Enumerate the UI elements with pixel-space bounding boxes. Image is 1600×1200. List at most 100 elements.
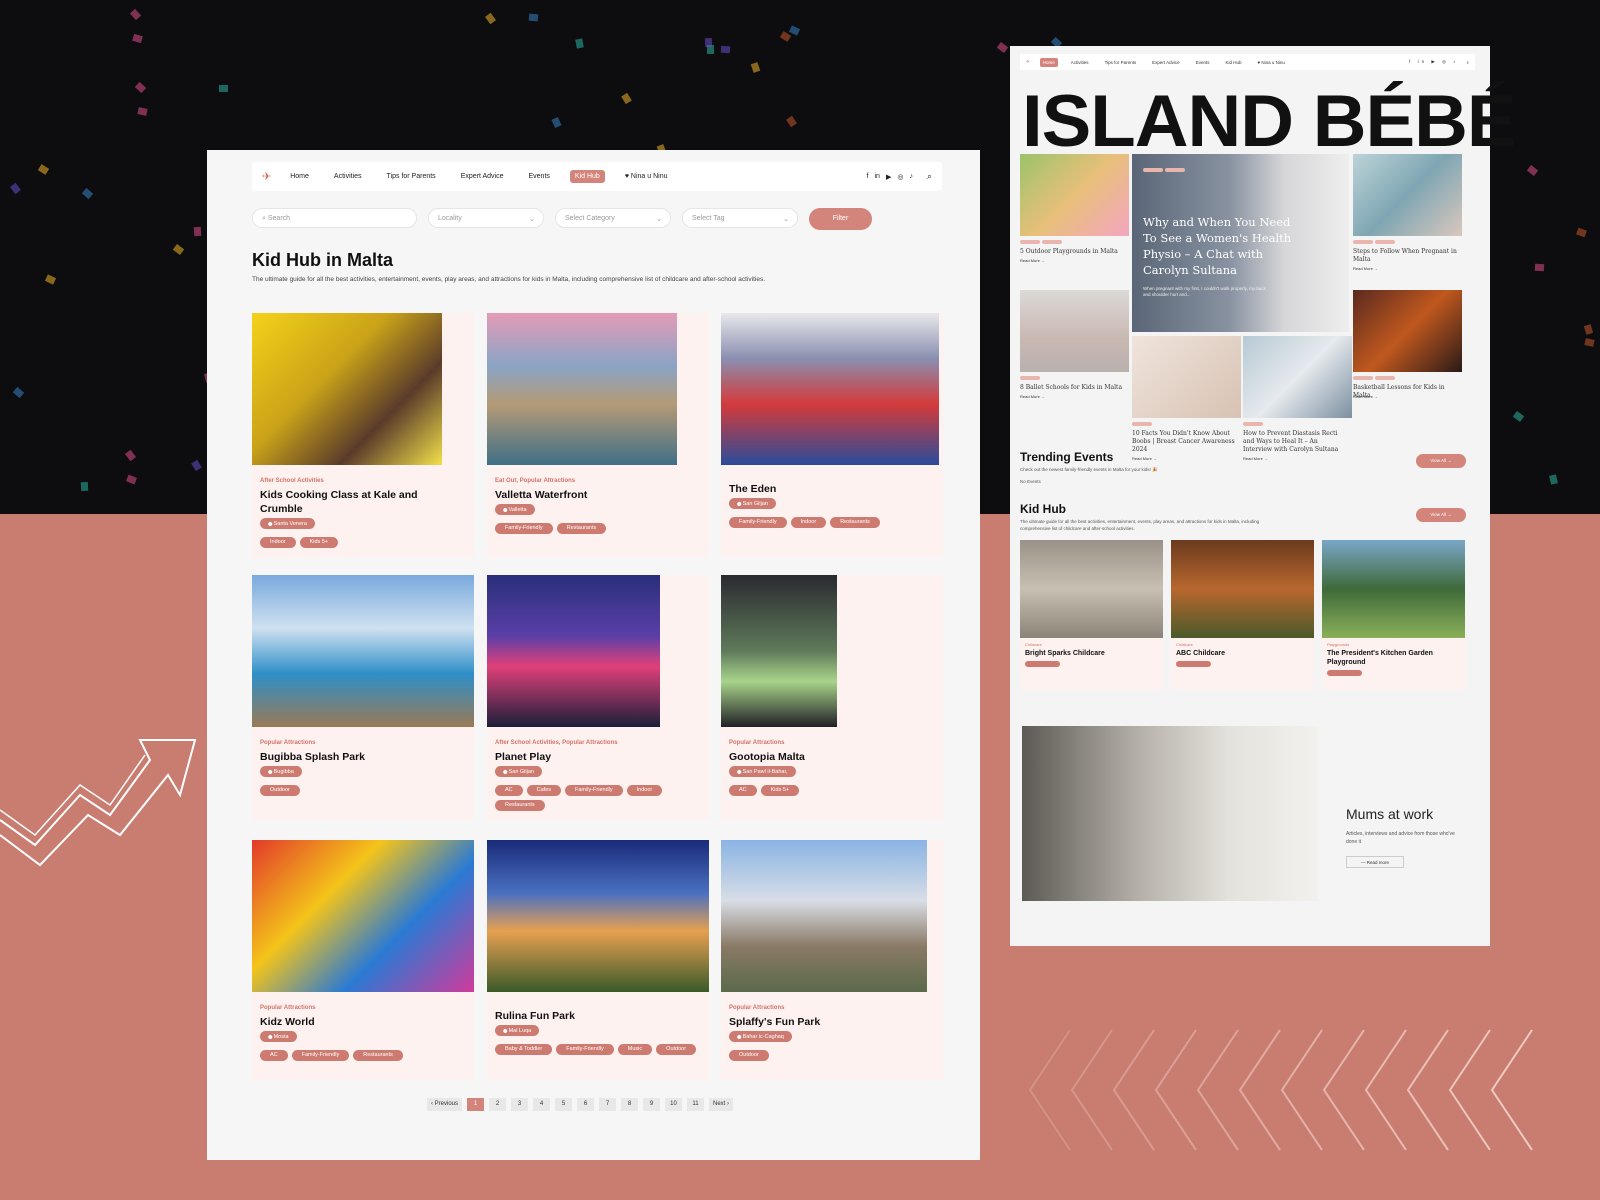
- nav-activities[interactable]: Activities: [1068, 58, 1092, 67]
- page-button[interactable]: 4: [533, 1098, 551, 1111]
- search-input[interactable]: ⌕ Search: [252, 208, 417, 228]
- nav-events[interactable]: Events: [1193, 58, 1213, 67]
- page-button[interactable]: 11: [687, 1098, 705, 1111]
- tag-chip[interactable]: Restaurants: [556, 523, 607, 534]
- page-button[interactable]: 10: [665, 1098, 683, 1111]
- tag-chip[interactable]: Cafes: [526, 785, 562, 796]
- page-button[interactable]: 7: [599, 1098, 617, 1111]
- nav-activities[interactable]: Activities: [329, 170, 367, 183]
- tag-chip[interactable]: Outdoor: [729, 1050, 769, 1061]
- article-image[interactable]: [1353, 154, 1462, 236]
- tag-chip[interactable]: Family-Friendly: [495, 523, 553, 534]
- tag-chip[interactable]: Family-Friendly: [565, 785, 623, 796]
- tag-chip[interactable]: Music: [617, 1044, 653, 1055]
- nav-expert[interactable]: Expert Advice: [1149, 58, 1183, 67]
- article-title[interactable]: Steps to Follow When Pregnant in Malta: [1353, 248, 1458, 264]
- location-badge[interactable]: ⬤ Valletta: [495, 504, 535, 515]
- nav-kid-hub[interactable]: Kid Hub: [569, 170, 605, 183]
- view-all-kidhub-button[interactable]: View All →: [1416, 508, 1466, 522]
- next-button[interactable]: Next ›: [709, 1098, 734, 1111]
- nav-tips[interactable]: Tips for Parents: [1102, 58, 1140, 67]
- read-more-link[interactable]: Read More →: [1020, 394, 1045, 399]
- category-select[interactable]: Select Category ⌄: [555, 208, 671, 228]
- view-all-events-button[interactable]: View All →: [1416, 454, 1466, 468]
- tiktok-icon[interactable]: ♪: [909, 173, 913, 181]
- page-button[interactable]: 3: [511, 1098, 529, 1111]
- read-more-link[interactable]: Read More →: [1132, 456, 1157, 461]
- tag-chip[interactable]: Restaurants: [353, 1050, 403, 1061]
- activity-card[interactable]: Popular Attractions Splaffy's Fun Park ⬤ B…: [721, 840, 943, 1080]
- activity-card[interactable]: The Eden ⬤ San Giljan Family-Friendly Indoo…: [721, 313, 943, 558]
- nav-home[interactable]: Home: [1039, 57, 1058, 67]
- article-image[interactable]: [1243, 336, 1352, 418]
- location-badge[interactable]: ⬤ Bugibba: [260, 766, 302, 777]
- previous-button[interactable]: ‹ Previous: [427, 1098, 463, 1111]
- tag-chip[interactable]: Family-Friendly: [291, 1050, 350, 1061]
- activity-card[interactable]: Rulina Fun Park ⬤ Mal Luqa Baby & Toddler F…: [487, 840, 709, 1080]
- tag-chip[interactable]: Indoor: [260, 537, 296, 548]
- activity-card[interactable]: Popular Attractions Gootopia Malta ⬤ San P…: [721, 575, 943, 820]
- location-badge[interactable]: ⬤ San Giljan: [729, 498, 776, 509]
- read-more-link[interactable]: Read More →: [1353, 394, 1378, 399]
- page-button[interactable]: 6: [577, 1098, 595, 1111]
- linkedin-icon[interactable]: in: [875, 173, 880, 181]
- kid-hub-card[interactable]: Childcare Bright Sparks Childcare: [1020, 540, 1163, 690]
- article-title[interactable]: 8 Ballet Schools for Kids in Malta: [1020, 384, 1125, 392]
- page-button[interactable]: 1: [467, 1098, 485, 1111]
- location-badge[interactable]: ⬤ San Pawl il-Bahar,: [729, 766, 796, 777]
- location-badge[interactable]: ⬤ Santa Venera: [260, 518, 315, 529]
- logo-icon[interactable]: ✈: [1026, 59, 1030, 65]
- article-title[interactable]: How to Prevent Diastasis Recti and Ways …: [1243, 430, 1348, 454]
- logo-icon[interactable]: ✈: [262, 170, 271, 183]
- page-button[interactable]: 5: [555, 1098, 573, 1111]
- tag-chip[interactable]: AC: [260, 1050, 288, 1061]
- article-image[interactable]: [1020, 290, 1129, 372]
- tag-chip[interactable]: Outdoor: [260, 785, 300, 796]
- social-icons[interactable]: f in ▶ ◎ ♪: [1409, 59, 1458, 65]
- page-button[interactable]: 8: [621, 1098, 639, 1111]
- instagram-icon[interactable]: ◎: [897, 173, 903, 181]
- read-more-button[interactable]: — Read more: [1346, 856, 1404, 868]
- tag-chip[interactable]: AC: [729, 785, 757, 796]
- nav-tips[interactable]: Tips for Parents: [382, 170, 441, 183]
- read-more-link[interactable]: Read More →: [1243, 456, 1268, 461]
- locality-select[interactable]: Locality ⌄: [428, 208, 544, 228]
- location-badge[interactable]: ⬤ Mosta: [260, 1031, 297, 1042]
- filter-button[interactable]: Filter: [809, 208, 872, 230]
- kid-hub-card[interactable]: Playgrounds The President's Kitchen Gard…: [1322, 540, 1465, 690]
- location-badge[interactable]: ⬤ Bahar ic-Caghaq: [729, 1031, 792, 1042]
- tag-chip[interactable]: Indoor: [790, 517, 827, 528]
- tag-chip[interactable]: Restaurants: [830, 517, 880, 528]
- article-image[interactable]: [1020, 154, 1129, 236]
- nav-nina[interactable]: ♥ Nina u Ninu: [620, 170, 673, 183]
- activity-card[interactable]: Eat Out, Popular Attractions Valletta Wat…: [487, 313, 709, 558]
- facebook-icon[interactable]: f: [867, 173, 869, 181]
- read-more-link[interactable]: Read More →: [1020, 258, 1045, 263]
- kid-hub-card[interactable]: Childcare ABC Childcare: [1171, 540, 1314, 690]
- article-image[interactable]: [1353, 290, 1462, 372]
- tag-chip[interactable]: Family-Friendly: [556, 1044, 614, 1055]
- page-button[interactable]: 9: [643, 1098, 661, 1111]
- read-more-link[interactable]: Read More →: [1353, 266, 1378, 271]
- tag-chip[interactable]: AC: [495, 785, 523, 796]
- activity-card[interactable]: After School Activities Kids Cooking Clas…: [252, 313, 474, 558]
- tag-chip[interactable]: Restaurants: [495, 800, 545, 811]
- tag-chip[interactable]: Baby & Toddler: [495, 1044, 553, 1055]
- tag-chip[interactable]: Kids 5+: [299, 537, 339, 548]
- tag-chip[interactable]: Indoor: [626, 785, 663, 796]
- tag-chip[interactable]: Family-Friendly: [729, 517, 787, 528]
- nav-nina[interactable]: ♥ Nina u Ninu: [1254, 58, 1287, 67]
- location-badge[interactable]: ⬤ Mal Luqa: [495, 1025, 540, 1036]
- location-badge[interactable]: ⬤ San Giljan: [495, 766, 542, 777]
- nav-expert[interactable]: Expert Advice: [456, 170, 509, 183]
- search-icon[interactable]: ⌕: [1466, 60, 1469, 65]
- activity-card[interactable]: After School Activities, Popular Attract…: [487, 575, 709, 820]
- youtube-icon[interactable]: ▶: [886, 173, 891, 181]
- nav-home[interactable]: Home: [285, 170, 314, 183]
- tag-chip[interactable]: Kids 5+: [760, 785, 800, 796]
- tag-chip[interactable]: Outdoor: [656, 1044, 697, 1055]
- search-icon[interactable]: ⌕: [927, 171, 932, 182]
- article-image[interactable]: [1132, 336, 1241, 418]
- tag-select[interactable]: Select Tag ⌄: [682, 208, 798, 228]
- article-title[interactable]: 5 Outdoor Playgrounds in Malta: [1020, 248, 1125, 256]
